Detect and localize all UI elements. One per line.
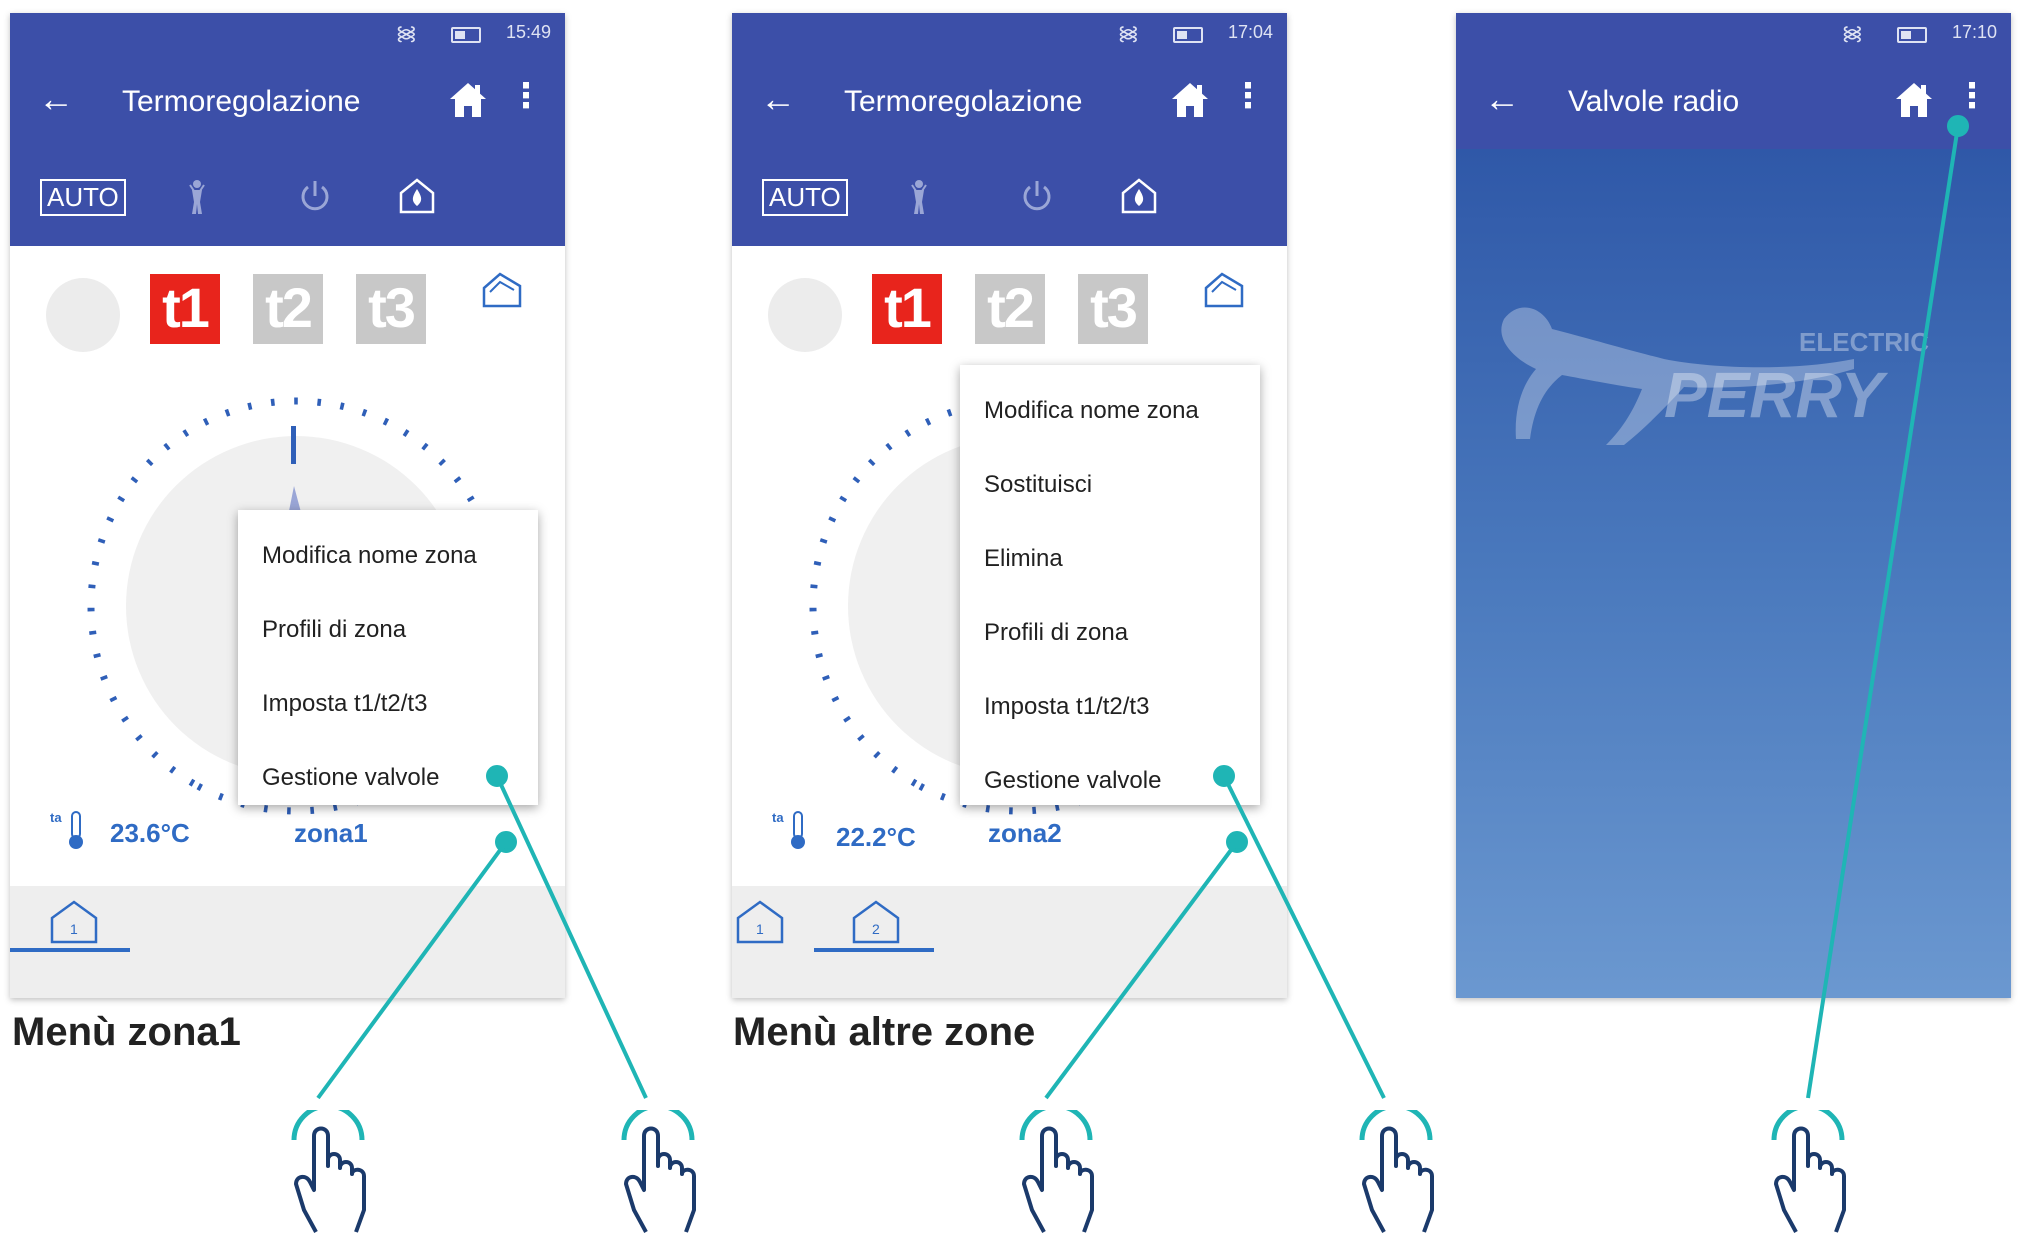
battery-icon [1173, 27, 1203, 43]
back-arrow-icon[interactable]: ← [1484, 81, 1520, 117]
thermometer-icon: ta [772, 810, 805, 849]
manual-person-icon[interactable] [900, 177, 938, 215]
caption-zona1: Menù zona1 [12, 1010, 241, 1054]
app-bar: ← Termoregolazione ⋮ [732, 53, 1287, 149]
screen-valvole-radio: ᯼ 17:10 ← Valvole radio ⋮ ELECTRIC PERRY [1456, 13, 2011, 998]
more-menu-icon[interactable]: ⋮ [1955, 79, 1989, 113]
auto-mode-button[interactable]: AUTO [40, 179, 126, 216]
t3-button[interactable]: t3 [356, 274, 426, 344]
tap-hand-icon [291, 1110, 366, 1233]
status-bar: ᯼ 15:49 [10, 13, 565, 53]
battery-icon [1897, 27, 1927, 43]
more-menu-icon[interactable]: ⋮ [1231, 79, 1265, 113]
menu-item-elimina[interactable]: Elimina [984, 545, 1063, 573]
menu-item-profili-di-zona[interactable]: Profili di zona [984, 619, 1128, 647]
wifi-icon: ᯼ [395, 23, 417, 45]
svg-text:1: 1 [756, 921, 764, 937]
zone-context-menu: Modifica nome zona Profili di zona Impos… [238, 510, 538, 805]
mode-bar: AUTO [10, 149, 565, 246]
status-bar: ᯼ 17:04 [732, 13, 1287, 53]
power-icon[interactable] [1018, 177, 1056, 215]
thermometer-icon: ta [50, 810, 83, 849]
battery-icon [451, 27, 481, 43]
more-menu-icon[interactable]: ⋮ [509, 79, 543, 113]
splash-background: ELECTRIC PERRY [1456, 149, 2011, 998]
status-circle [768, 278, 842, 352]
svg-text:1: 1 [70, 921, 78, 937]
zone-house-icon[interactable] [480, 268, 524, 312]
menu-item-imposta-t1-t2-t3[interactable]: Imposta t1/t2/t3 [262, 690, 427, 718]
menu-item-sostituisci[interactable]: Sostituisci [984, 471, 1092, 499]
status-time: 17:10 [1951, 22, 1997, 42]
svg-text:ta: ta [772, 810, 784, 825]
active-tab-indicator [10, 948, 130, 952]
zone-tab-2[interactable]: 2 [850, 896, 902, 948]
svg-text:ELECTRIC: ELECTRIC [1799, 327, 1929, 357]
app-bar: ← Valvole radio ⋮ [1456, 53, 2011, 149]
menu-item-gestione-valvole[interactable]: Gestione valvole [262, 764, 439, 792]
app-bar: ← Termoregolazione ⋮ [10, 53, 565, 149]
screen-altre-zone: ᯼ 17:04 ← Termoregolazione ⋮ AUTO t1 t2 … [732, 13, 1287, 998]
t3-button[interactable]: t3 [1078, 274, 1148, 344]
heating-house-icon[interactable] [398, 177, 436, 215]
auto-mode-button[interactable]: AUTO [762, 179, 848, 216]
status-time: 15:49 [505, 22, 551, 42]
svg-text:PERRY: PERRY [1664, 359, 1889, 431]
status-time: 17:04 [1227, 22, 1273, 42]
status-circle [46, 278, 120, 352]
tap-hand-icon [1771, 1110, 1846, 1233]
svg-text:ta: ta [50, 810, 62, 825]
zone-tabs: 1 [10, 886, 565, 998]
current-temperature: 22.2°C [836, 822, 916, 852]
wifi-icon: ᯼ [1117, 23, 1139, 45]
menu-item-modifica-nome-zona[interactable]: Modifica nome zona [984, 397, 1199, 425]
home-icon[interactable] [447, 79, 489, 121]
home-icon[interactable] [1893, 79, 1935, 121]
screen-zona1: ᯼ 15:49 ← Termoregolazione ⋮ AUTO t1 t2 … [10, 13, 565, 998]
mode-bar: AUTO [732, 149, 1287, 246]
zone-context-menu: Modifica nome zona Sostituisci Elimina P… [960, 365, 1260, 805]
t1-button[interactable]: t1 [872, 274, 942, 344]
page-title: Valvole radio [1568, 85, 1740, 118]
zone-tab-1[interactable]: 1 [48, 896, 100, 948]
menu-item-profili-di-zona[interactable]: Profili di zona [262, 616, 406, 644]
home-icon[interactable] [1169, 79, 1211, 121]
menu-item-imposta-t1-t2-t3[interactable]: Imposta t1/t2/t3 [984, 693, 1149, 721]
current-temperature: 23.6°C [110, 818, 190, 848]
zone-name: zona1 [294, 818, 368, 848]
power-icon[interactable] [296, 177, 334, 215]
heating-house-icon[interactable] [1120, 177, 1158, 215]
manual-person-icon[interactable] [178, 177, 216, 215]
back-arrow-icon[interactable]: ← [760, 81, 796, 117]
menu-item-gestione-valvole[interactable]: Gestione valvole [984, 767, 1161, 795]
wifi-icon: ᯼ [1841, 23, 1863, 45]
zone-tabs: 1 2 [732, 886, 1287, 998]
page-title: Termoregolazione [122, 85, 361, 118]
zone-name: zona2 [988, 818, 1062, 848]
page-title: Termoregolazione [844, 85, 1083, 118]
t2-button[interactable]: t2 [975, 274, 1045, 344]
caption-altre-zone: Menù altre zone [733, 1010, 1036, 1054]
t1-button[interactable]: t1 [150, 274, 220, 344]
active-tab-indicator [814, 948, 934, 952]
tap-hand-icon [1359, 1110, 1434, 1233]
status-bar: ᯼ 17:10 [1456, 13, 2011, 53]
menu-item-modifica-nome-zona[interactable]: Modifica nome zona [262, 542, 477, 570]
tap-hand-icon [1019, 1110, 1094, 1233]
svg-text:2: 2 [872, 921, 880, 937]
zone-house-icon[interactable] [1202, 268, 1246, 312]
t2-button[interactable]: t2 [253, 274, 323, 344]
zone-tab-1[interactable]: 1 [734, 896, 786, 948]
tap-hand-icon [621, 1110, 696, 1233]
back-arrow-icon[interactable]: ← [38, 81, 74, 117]
perry-logo: ELECTRIC PERRY [1501, 307, 1929, 445]
